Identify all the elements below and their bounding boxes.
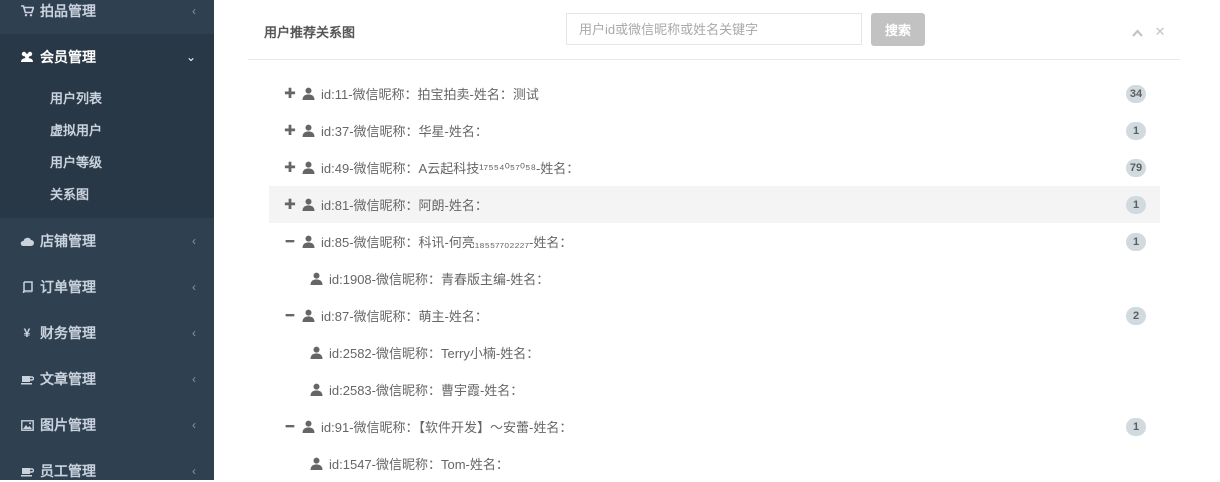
tree-row[interactable]: ✚ id:11-微信昵称：拍宝拍卖-姓名：测试 34: [269, 75, 1160, 112]
user-icon: [302, 87, 315, 100]
count-badge: 1: [1126, 121, 1146, 140]
user-icon: [302, 124, 315, 137]
chevron-down-icon: ⌄: [185, 50, 196, 64]
submenu: [0, 80, 214, 218]
coffee-icon: [18, 374, 36, 385]
tree-node-label: id:91-微信昵称：【软件开发】～安蕾-姓名：: [321, 420, 573, 435]
sidebar-item-label: 文章管理: [40, 371, 96, 387]
tree-child-row[interactable]: id:2583-微信昵称：曹宇霞-姓名：: [269, 371, 1160, 408]
sidebar-item-label: 店铺管理: [40, 233, 96, 249]
chevron-left-icon: ‹: [192, 464, 196, 478]
sidebar-item-images[interactable]: 图片管理 ‹: [0, 402, 214, 448]
submenu-item-virtual-users[interactable]: 虚拟用户: [50, 120, 102, 139]
tree-child-row[interactable]: id:1908-微信昵称：青春版主编-姓名：: [269, 260, 1160, 297]
tree-node-label: id:85-微信昵称：科讯-何亮₁₈₅₅₇₇₀₂₂₂₇-姓名：: [321, 235, 573, 250]
chevron-left-icon: ‹: [192, 326, 196, 340]
tree-row[interactable]: ━ id:91-微信昵称：【软件开发】～安蕾-姓名： 1: [269, 408, 1160, 445]
panel-title: 用户推荐关系图: [264, 25, 356, 40]
tree-node-label: id:37-微信昵称：华星-姓名：: [321, 124, 488, 139]
tree-node-label: id:1547-微信昵称：Tom-姓名：: [329, 457, 509, 472]
main-panel: 用户推荐关系图 搜索 ✕ ✚ id:11-微信昵称：拍宝拍卖-姓名：测试 34 ✚ id…: [214, 0, 1220, 480]
tree-row[interactable]: ✚ id:37-微信昵称：华星-姓名： 1: [269, 112, 1160, 149]
collapse-icon[interactable]: [1132, 24, 1147, 39]
count-badge: 79: [1126, 158, 1146, 177]
user-icon: [302, 309, 315, 322]
chevron-left-icon: ‹: [192, 280, 196, 294]
submenu-item-user-list[interactable]: 用户列表: [50, 88, 102, 107]
tree-node-label: id:2582-微信昵称：Terry小楠-姓名：: [329, 346, 540, 361]
panel-tools: ✕: [1132, 24, 1174, 40]
user-icon: [302, 235, 315, 248]
expand-icon[interactable]: ✚: [284, 196, 296, 213]
image-icon: [18, 419, 36, 431]
chevron-left-icon: ‹: [192, 372, 196, 386]
user-icon: [302, 161, 315, 174]
cloud-icon: [18, 236, 36, 247]
sidebar-item-label: 财务管理: [40, 325, 96, 341]
tree-child-row[interactable]: id:2582-微信昵称：Terry小楠-姓名：: [269, 334, 1160, 371]
search-input[interactable]: [566, 13, 862, 45]
sidebar-item-finance[interactable]: ¥ 财务管理 ‹: [0, 310, 214, 356]
tree-row[interactable]: ✚ id:49-微信昵称：A云起科技¹⁷⁵⁵⁴⁰⁵⁷⁰⁵⁸-姓名： 79: [269, 149, 1160, 186]
tree-node-label: id:11-微信昵称：拍宝拍卖-姓名：测试: [321, 87, 539, 102]
tree-node-label: id:87-微信昵称：萌主-姓名：: [321, 309, 488, 324]
coffee-icon: [18, 466, 36, 477]
collapse-icon[interactable]: ━: [284, 418, 296, 435]
users-icon: [18, 51, 36, 63]
user-icon: [310, 346, 323, 359]
search-button[interactable]: 搜索: [871, 13, 925, 46]
sidebar-item-auction[interactable]: 拍品管理 ‹: [0, 0, 214, 34]
sidebar: 拍品管理 ‹ 会员管理 ⌄ 用户列表 虚拟用户 用户等级 关系图 店铺管理 ‹ …: [0, 0, 214, 480]
tree-node-label: id:1908-微信昵称：青春版主编-姓名：: [329, 272, 550, 287]
submenu-item-user-levels[interactable]: 用户等级: [50, 152, 102, 171]
collapse-icon[interactable]: ━: [284, 307, 296, 324]
sidebar-item-articles[interactable]: 文章管理 ‹: [0, 356, 214, 402]
expand-icon[interactable]: ✚: [284, 85, 296, 102]
sidebar-item-members[interactable]: 会员管理 ⌄: [0, 34, 214, 80]
chevron-left-icon: ‹: [192, 234, 196, 248]
sidebar-item-orders[interactable]: 订单管理 ‹: [0, 264, 214, 310]
chevron-left-icon: ‹: [192, 4, 196, 18]
user-icon: [310, 457, 323, 470]
expand-icon[interactable]: ✚: [284, 159, 296, 176]
count-badge: 1: [1126, 232, 1146, 251]
count-badge: 34: [1126, 84, 1146, 103]
sidebar-item-label: 会员管理: [40, 49, 96, 65]
count-badge: 1: [1126, 195, 1146, 214]
tree-node-label: id:49-微信昵称：A云起科技¹⁷⁵⁵⁴⁰⁵⁷⁰⁵⁸-姓名：: [321, 161, 580, 176]
book-icon: [18, 281, 36, 293]
cart-icon: [18, 5, 36, 17]
expand-icon[interactable]: ✚: [284, 122, 296, 139]
tree-row[interactable]: ━ id:87-微信昵称：萌主-姓名： 2: [269, 297, 1160, 334]
tree-row[interactable]: ━ id:85-微信昵称：科讯-何亮₁₈₅₅₇₇₀₂₂₂₇-姓名： 1: [269, 223, 1160, 260]
sidebar-item-shop[interactable]: 店铺管理 ‹: [0, 218, 214, 264]
chevron-left-icon: ‹: [192, 418, 196, 432]
sidebar-item-label: 订单管理: [40, 279, 96, 295]
sidebar-item-label: 拍品管理: [40, 3, 96, 19]
close-icon[interactable]: ✕: [1155, 24, 1166, 39]
collapse-icon[interactable]: ━: [284, 233, 296, 250]
count-badge: 1: [1126, 417, 1146, 436]
tree-row[interactable]: ✚ id:81-微信昵称：阿朗-姓名： 1: [269, 186, 1160, 223]
user-icon: [310, 383, 323, 396]
sidebar-item-staff[interactable]: 员工管理 ‹: [0, 448, 214, 480]
divider: [248, 59, 1180, 60]
tree-node-label: id:81-微信昵称：阿朗-姓名：: [321, 198, 488, 213]
user-icon: [302, 420, 315, 433]
sidebar-item-label: 员工管理: [40, 463, 96, 479]
count-badge: 2: [1126, 306, 1146, 325]
user-icon: [310, 272, 323, 285]
tree-child-row[interactable]: id:1547-微信昵称：Tom-姓名：: [269, 445, 1160, 482]
tree-node-label: id:2583-微信昵称：曹宇霞-姓名：: [329, 383, 524, 398]
user-icon: [302, 198, 315, 211]
sidebar-item-label: 图片管理: [40, 417, 96, 433]
submenu-item-relation-graph[interactable]: 关系图: [50, 184, 89, 203]
yen-icon: ¥: [23, 326, 31, 340]
